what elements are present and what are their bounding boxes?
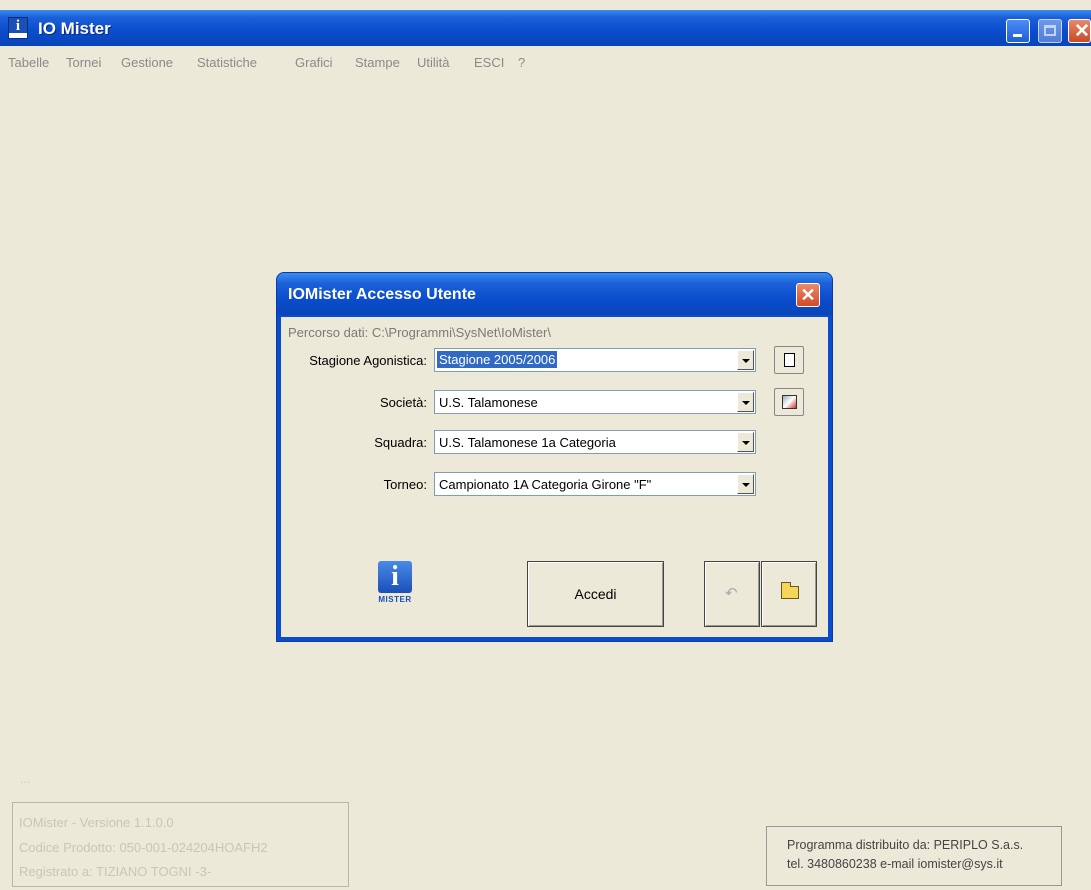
menu-grafici[interactable]: Grafici — [295, 55, 333, 70]
menu-stampe[interactable]: Stampe — [355, 55, 400, 70]
close-icon: ✕ — [1074, 21, 1090, 42]
dialog-title-bar: IOMister Accesso Utente ✕ — [277, 273, 832, 315]
chevron-down-icon[interactable] — [737, 432, 754, 452]
torneo-value: Campionato 1A Categoria Girone "F" — [439, 477, 652, 492]
registered-text: Registrato a: TIZIANO TOGNI -3- — [19, 864, 212, 879]
login-dialog: IOMister Accesso Utente ✕ Percorso dati:… — [276, 272, 833, 642]
title-bar: i IO Mister ✕ — [0, 10, 1091, 46]
torneo-label: Torneo: — [383, 477, 427, 492]
menu-statistiche[interactable]: Statistiche — [197, 55, 257, 70]
undo-icon: ↶ — [725, 585, 738, 602]
undo-button[interactable]: ↶ — [704, 561, 760, 627]
open-folder-button[interactable] — [761, 561, 817, 627]
menu-bar: Tabelle Tornei Gestione Statistiche Graf… — [0, 52, 1091, 74]
dialog-close-icon[interactable]: ✕ — [796, 283, 820, 307]
societa-label: Società: — [380, 395, 427, 410]
squadra-label: Squadra: — [374, 435, 427, 450]
minimize-icon — [1013, 34, 1022, 37]
stagione-dropdown[interactable]: Stagione 2005/2006 — [434, 348, 756, 372]
menu-utilita[interactable]: Utilità — [417, 55, 450, 70]
menu-esci[interactable]: ESCI — [474, 55, 504, 70]
product-code-text: Codice Prodotto: 050-001-024204HOAFH2 — [19, 840, 268, 855]
contact-text: tel. 3480860238 e-mail iomister@sys.it — [787, 857, 1003, 871]
societa-value: U.S. Talamonese — [439, 395, 538, 410]
picture-icon — [782, 395, 797, 409]
maximize-icon — [1044, 25, 1056, 36]
folder-open-icon — [781, 582, 799, 599]
menu-tabelle[interactable]: Tabelle — [8, 55, 49, 70]
window-title: IO Mister — [38, 19, 111, 38]
version-info-box: IOMister - Versione 1.1.0.0 Codice Prodo… — [12, 802, 349, 887]
squadra-dropdown[interactable]: U.S. Talamonese 1a Categoria — [434, 430, 756, 454]
mister-logo: i MISTER — [375, 561, 415, 607]
status-dots: ... — [20, 772, 31, 786]
version-text: IOMister - Versione 1.1.0.0 — [19, 815, 174, 830]
new-document-icon — [784, 353, 795, 367]
menu-help[interactable]: ? — [518, 55, 525, 70]
dialog-title: IOMister Accesso Utente — [288, 286, 476, 303]
torneo-dropdown[interactable]: Campionato 1A Categoria Girone "F" — [434, 472, 756, 496]
accedi-button[interactable]: Accedi — [527, 561, 664, 627]
maximize-button[interactable] — [1038, 19, 1062, 43]
app-icon[interactable]: i — [8, 17, 28, 39]
logo-text: MISTER — [378, 595, 412, 604]
logo-letter: i — [378, 561, 412, 593]
chevron-down-icon[interactable] — [737, 392, 754, 412]
societa-image-button[interactable] — [774, 388, 804, 416]
new-season-button[interactable] — [774, 346, 804, 374]
data-path-label: Percorso dati: C:\Programmi\SysNet\IoMis… — [288, 325, 551, 340]
stagione-value: Stagione 2005/2006 — [437, 351, 558, 368]
chevron-down-icon[interactable] — [737, 474, 754, 494]
chevron-down-icon[interactable] — [737, 350, 754, 370]
close-button[interactable]: ✕ — [1068, 19, 1091, 43]
accedi-label: Accedi — [574, 586, 617, 602]
dialog-body: Percorso dati: C:\Programmi\SysNet\IoMis… — [281, 317, 828, 637]
app-icon-letter: i — [15, 18, 21, 34]
distributor-info-box: Programma distribuito da: PERIPLO S.a.s.… — [766, 826, 1062, 886]
minimize-button[interactable] — [1006, 19, 1030, 43]
menu-gestione[interactable]: Gestione — [121, 55, 173, 70]
stagione-label: Stagione Agonistica: — [309, 353, 427, 368]
menu-tornei[interactable]: Tornei — [66, 55, 101, 70]
distributor-text: Programma distribuito da: PERIPLO S.a.s. — [787, 838, 1024, 852]
squadra-value: U.S. Talamonese 1a Categoria — [439, 435, 616, 450]
societa-dropdown[interactable]: U.S. Talamonese — [434, 390, 756, 414]
